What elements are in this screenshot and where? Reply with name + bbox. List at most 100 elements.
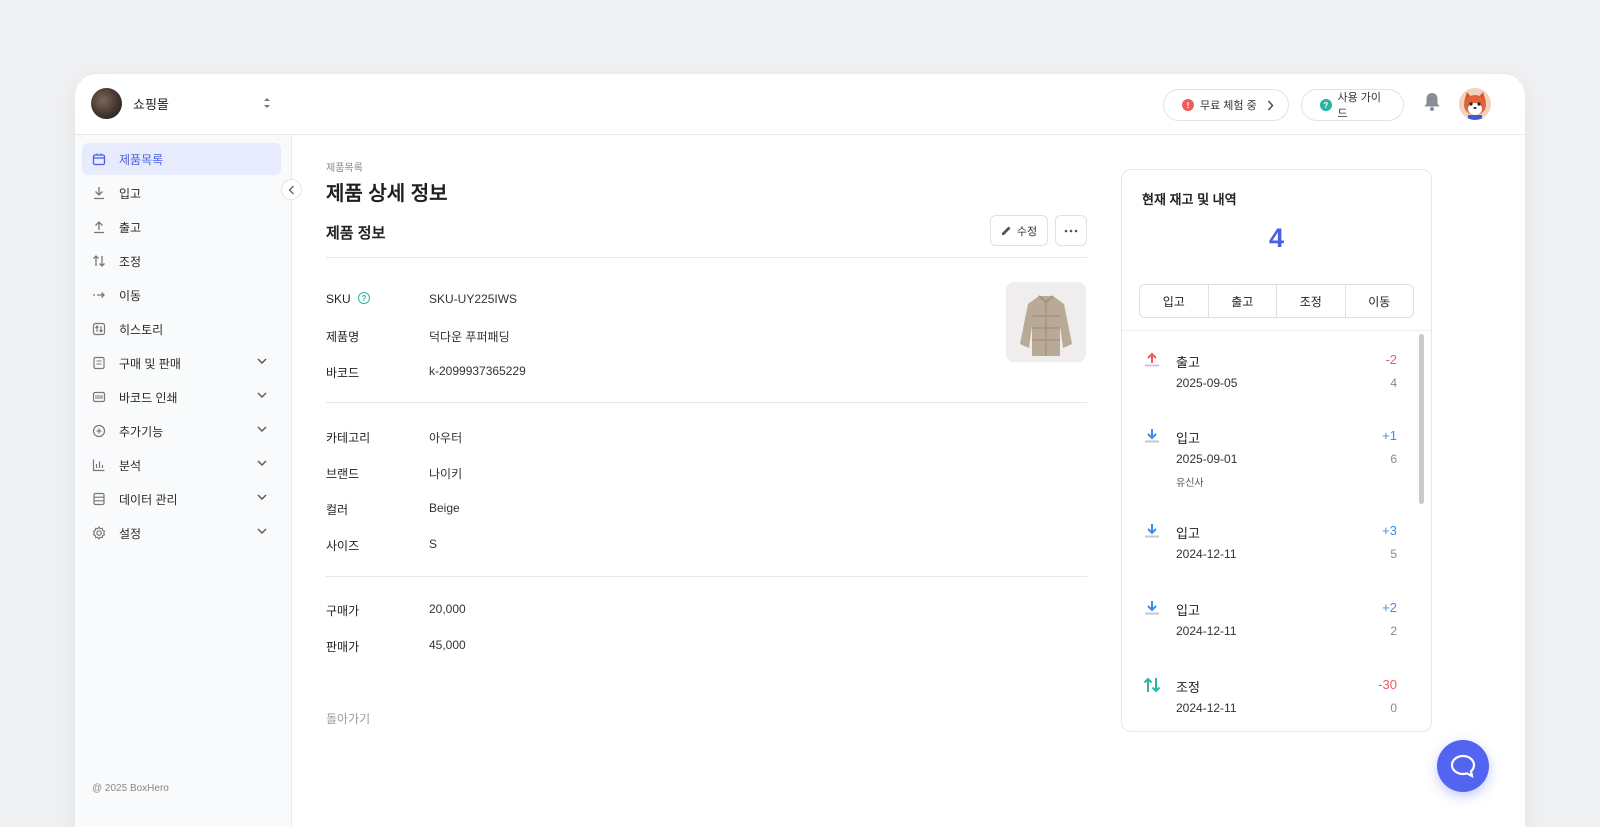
chevron-down-icon xyxy=(257,358,267,364)
move-arrow-icon xyxy=(92,288,106,302)
size-value: S xyxy=(429,537,438,551)
question-icon: ? xyxy=(1320,99,1332,111)
barcode-value: k-2099937365229 xyxy=(429,364,526,378)
category-value: 아우터 xyxy=(429,431,463,445)
user-avatar[interactable] xyxy=(1459,88,1491,120)
purchase-price-value: 20,000 xyxy=(429,602,466,616)
back-link[interactable]: 돌아가기 xyxy=(326,710,370,727)
sidebar-item-label: 조정 xyxy=(119,254,142,269)
transaction-date: 2024-12-11 xyxy=(1176,701,1237,715)
stock-move-button[interactable]: 이동 xyxy=(1346,285,1414,317)
stock-inbound-button[interactable]: 입고 xyxy=(1140,285,1209,317)
more-options-button[interactable] xyxy=(1055,215,1087,246)
sidebar-item-barcode-print[interactable]: 바코드 인쇄 xyxy=(82,381,281,413)
product-name-value: 덕다운 푸퍼패딩 xyxy=(429,330,510,344)
breadcrumb[interactable]: 제품목록 xyxy=(326,159,363,174)
chevron-down-icon xyxy=(257,426,267,432)
transaction-balance: 4 xyxy=(1390,376,1397,390)
free-trial-label: 무료 체험 중 xyxy=(1200,100,1257,112)
transaction-date: 2025-09-01 xyxy=(1176,452,1238,466)
stock-quantity: 4 xyxy=(1268,223,1285,253)
store-selector[interactable]: 쇼핑몰 xyxy=(91,88,169,119)
transaction-delta: -30 xyxy=(1378,677,1397,692)
edit-button[interactable]: 수정 xyxy=(990,215,1048,246)
free-trial-button[interactable]: ! 무료 체험 중 xyxy=(1163,89,1289,121)
box-icon xyxy=(92,152,106,166)
plus-circle-icon xyxy=(92,424,106,438)
pencil-icon xyxy=(1001,226,1011,235)
edit-label: 수정 xyxy=(1016,225,1038,238)
sale-price-label: 판매가 xyxy=(326,640,360,654)
transaction-delta: +2 xyxy=(1382,600,1397,615)
alert-icon: ! xyxy=(1182,99,1194,111)
user-guide-label: 사용 가이드 xyxy=(1337,92,1382,120)
sidebar-item-label: 설정 xyxy=(119,526,142,541)
section-title: 제품 정보 xyxy=(326,225,386,242)
more-horizontal-icon xyxy=(1064,229,1078,232)
sidebar-item-label: 추가기능 xyxy=(119,424,164,439)
sidebar-item-products[interactable]: 제품목록 xyxy=(82,143,281,175)
sidebar-item-data-management[interactable]: 데이터 관리 xyxy=(82,483,281,515)
sidebar-item-outbound[interactable]: 출고 xyxy=(82,211,281,243)
transaction-date: 2025-09-05 xyxy=(1176,376,1238,390)
product-image[interactable] xyxy=(1006,282,1086,362)
transaction-type: 출고 xyxy=(1176,355,1200,370)
brand-label: 브랜드 xyxy=(326,467,360,481)
size-label: 사이즈 xyxy=(326,539,360,553)
transaction-balance: 5 xyxy=(1390,547,1397,561)
sku-value: SKU-UY225IWS xyxy=(429,292,518,306)
adjust-arrows-icon xyxy=(92,254,106,268)
color-label: 컬러 xyxy=(326,503,349,517)
stock-outbound-button[interactable]: 출고 xyxy=(1209,285,1277,317)
gear-icon xyxy=(92,526,106,540)
product-name-label: 제품명 xyxy=(326,330,360,344)
sidebar-item-move[interactable]: 이동 xyxy=(82,279,281,311)
bell-icon[interactable] xyxy=(1423,92,1441,112)
help-icon[interactable]: ? xyxy=(358,292,370,304)
transaction-date: 2024-12-11 xyxy=(1176,624,1237,638)
sidebar: 제품목록 입고 출고 조정 이동 히스토리 구매 및 판매 바코드 인쇄 추가기… xyxy=(75,135,292,827)
adjust-icon xyxy=(1143,677,1161,693)
transaction-type: 입고 xyxy=(1176,603,1200,618)
sidebar-item-inbound[interactable]: 입고 xyxy=(82,177,281,209)
color-value: Beige xyxy=(429,501,460,515)
sidebar-item-addons[interactable]: 추가기능 xyxy=(82,415,281,447)
chevron-down-icon xyxy=(257,460,267,466)
sidebar-item-analytics[interactable]: 분석 xyxy=(82,449,281,481)
category-label: 카테고리 xyxy=(326,431,371,445)
barcode-label: 바코드 xyxy=(326,366,360,380)
brand-value: 나이키 xyxy=(429,467,463,481)
chat-support-button[interactable] xyxy=(1437,740,1489,792)
updown-chevron-icon[interactable] xyxy=(263,96,271,110)
copyright-text: @ 2025 BoxHero xyxy=(92,783,169,794)
sidebar-item-label: 분석 xyxy=(119,458,142,473)
database-icon xyxy=(92,492,106,506)
transaction-balance: 6 xyxy=(1390,452,1397,466)
chevron-right-icon xyxy=(1267,100,1274,110)
store-name: 쇼핑몰 xyxy=(133,97,169,112)
collapse-sidebar-button[interactable] xyxy=(281,179,302,200)
transaction-delta: +3 xyxy=(1382,523,1397,538)
store-avatar xyxy=(91,88,122,119)
barcode-icon xyxy=(92,390,106,404)
stock-action-group: 입고 출고 조정 이동 xyxy=(1139,284,1414,318)
user-guide-button[interactable]: ? 사용 가이드 xyxy=(1301,89,1404,121)
transaction-balance: 2 xyxy=(1390,624,1397,638)
transaction-delta: +1 xyxy=(1382,428,1397,443)
transaction-balance: 0 xyxy=(1390,701,1397,715)
stock-panel: 현재 재고 및 내역 4 입고 출고 조정 이동 출고 2025-09-05 -… xyxy=(1121,169,1432,732)
stock-panel-title: 현재 재고 및 내역 xyxy=(1142,192,1237,207)
app-window: 쇼핑몰 ! 무료 체험 중 ? 사용 가이드 제품목록 입고 출고 조정 이동 … xyxy=(75,74,1525,827)
chevron-down-icon xyxy=(257,494,267,500)
inbound-icon xyxy=(1145,524,1159,538)
scrollbar[interactable] xyxy=(1419,334,1424,504)
sidebar-item-history[interactable]: 히스토리 xyxy=(82,313,281,345)
page-title: 제품 상세 정보 xyxy=(326,183,448,205)
sidebar-item-purchase-sales[interactable]: 구매 및 판매 xyxy=(82,347,281,379)
divider xyxy=(1122,330,1431,331)
sidebar-item-adjust[interactable]: 조정 xyxy=(82,245,281,277)
stock-adjust-button[interactable]: 조정 xyxy=(1277,285,1346,317)
sidebar-item-settings[interactable]: 설정 xyxy=(82,517,281,549)
sidebar-item-label: 이동 xyxy=(119,288,142,303)
chevron-down-icon xyxy=(257,528,267,534)
